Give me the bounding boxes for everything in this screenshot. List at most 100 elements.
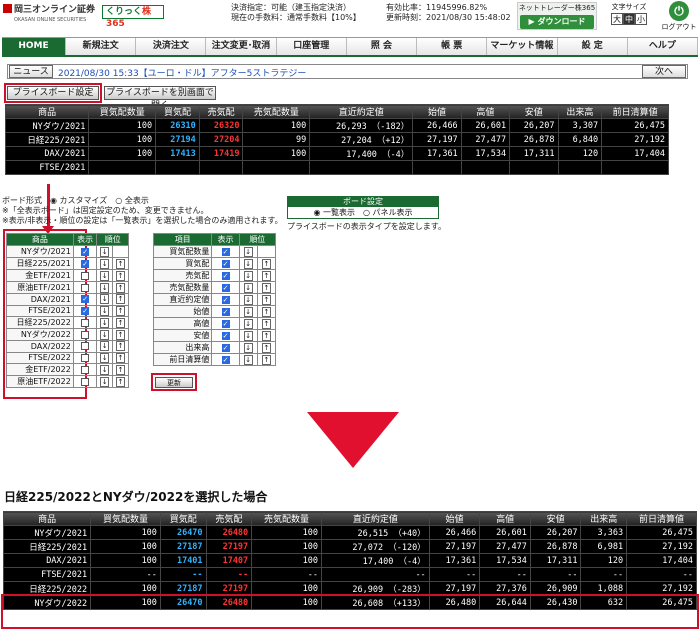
move-down-icon[interactable]: ↓ xyxy=(100,376,110,387)
display-checkbox[interactable]: ✓ xyxy=(221,331,230,340)
update-button[interactable]: 更新 xyxy=(155,377,193,388)
radio-all-display[interactable]: ○ xyxy=(115,196,122,205)
nav-settle-order[interactable]: 決済注文 xyxy=(136,38,207,55)
font-size-medium[interactable]: 中 xyxy=(623,13,635,25)
display-checkbox[interactable]: ✓ xyxy=(81,259,90,268)
move-up-icon[interactable]: ↑ xyxy=(116,364,126,375)
move-down-icon[interactable]: ↓ xyxy=(100,317,110,328)
move-down-icon[interactable]: ↓ xyxy=(100,352,110,363)
logout-button[interactable]: ⏻ ログアウト xyxy=(660,1,698,32)
quote-row[interactable]: NYダウ/2021 100 26310 26320 100 26,293 （-182） 26… xyxy=(4,118,669,133)
display-checkbox[interactable] xyxy=(81,318,90,327)
move-down-icon[interactable]: ↓ xyxy=(243,318,253,329)
display-checkbox[interactable] xyxy=(81,283,90,292)
move-down-icon[interactable]: ↓ xyxy=(243,282,253,293)
move-up-icon[interactable]: ↑ xyxy=(261,354,271,365)
bid-price-cell[interactable]: 17401 xyxy=(159,553,207,568)
move-up-icon[interactable]: ↑ xyxy=(116,258,126,269)
download-button[interactable]: ▶ ダウンロード xyxy=(520,15,594,29)
okasan-logo[interactable]: 岡三オンライン証券 OKASAN ONLINE SECURITIES xyxy=(3,4,95,25)
move-up-icon[interactable]: ↑ xyxy=(261,330,271,341)
nav-reports[interactable]: 帳 票 xyxy=(417,38,488,55)
display-checkbox[interactable]: ✓ xyxy=(81,295,90,304)
display-checkbox[interactable] xyxy=(81,377,90,386)
move-down-icon[interactable]: ↓ xyxy=(100,246,110,257)
move-up-icon[interactable]: ↑ xyxy=(261,318,271,329)
move-up-icon[interactable]: ↑ xyxy=(116,294,126,305)
move-down-icon[interactable]: ↓ xyxy=(100,294,110,305)
move-up-icon[interactable]: ↑ xyxy=(116,376,126,387)
display-checkbox[interactable]: ✓ xyxy=(221,307,230,316)
move-down-icon[interactable]: ↓ xyxy=(243,246,253,257)
nav-help[interactable]: ヘルプ xyxy=(627,38,698,55)
display-checkbox[interactable]: ✓ xyxy=(221,295,230,304)
move-down-icon[interactable]: ↓ xyxy=(100,305,110,316)
news-headline-link[interactable]: 2021/08/30 15:33【ユーロ・ドル】アフター5ストラテジー xyxy=(58,66,306,79)
ask-price-cell[interactable]: 27197 xyxy=(205,539,253,554)
display-checkbox[interactable]: ✓ xyxy=(221,319,230,328)
move-down-icon[interactable]: ↓ xyxy=(243,306,253,317)
display-checkbox[interactable]: ✓ xyxy=(221,271,230,280)
bid-price-cell[interactable]: 27194 xyxy=(155,132,200,147)
display-checkbox[interactable]: ✓ xyxy=(81,247,90,256)
bid-price-cell[interactable]: -- xyxy=(159,567,207,582)
move-up-icon[interactable]: ↑ xyxy=(116,329,126,340)
ask-price-cell[interactable]: 17419 xyxy=(198,146,244,161)
bid-price-cell[interactable]: 17413 xyxy=(155,146,200,161)
move-down-icon[interactable]: ↓ xyxy=(243,342,253,353)
news-label-button[interactable]: ニュース xyxy=(9,65,53,78)
quote-row[interactable]: DAX/2021 100 17413 17419 100 17,400 （-4） 17,36… xyxy=(4,146,669,161)
display-checkbox[interactable]: ✓ xyxy=(221,283,230,292)
move-up-icon[interactable]: ↑ xyxy=(116,270,126,281)
quote-row[interactable]: 日経225/2021 100 27194 27204 99 27,204 （+12） 27,… xyxy=(4,132,669,147)
radio-panel-display[interactable]: ○ xyxy=(363,208,370,217)
bid-price-cell[interactable]: 26310 xyxy=(155,118,200,133)
move-down-icon[interactable]: ↓ xyxy=(243,354,253,365)
move-up-icon[interactable]: ↑ xyxy=(261,294,271,305)
ask-price-cell[interactable] xyxy=(198,160,244,175)
move-down-icon[interactable]: ↓ xyxy=(243,330,253,341)
nav-new-order[interactable]: 新規注文 xyxy=(66,38,137,55)
nav-home[interactable]: HOME xyxy=(2,38,66,55)
move-down-icon[interactable]: ↓ xyxy=(100,282,110,293)
move-down-icon[interactable]: ↓ xyxy=(100,341,110,352)
move-down-icon[interactable]: ↓ xyxy=(243,270,253,281)
display-checkbox[interactable]: ✓ xyxy=(221,259,230,268)
move-down-icon[interactable]: ↓ xyxy=(100,258,110,269)
ask-price-cell[interactable]: 17407 xyxy=(205,553,253,568)
move-down-icon[interactable]: ↓ xyxy=(243,258,253,269)
move-up-icon[interactable]: ↑ xyxy=(261,282,271,293)
nav-order-change[interactable]: 注文変更･取消 xyxy=(206,38,277,55)
move-up-icon[interactable]: ↑ xyxy=(116,352,126,363)
display-checkbox[interactable] xyxy=(81,271,90,280)
display-checkbox[interactable]: ✓ xyxy=(221,343,230,352)
bid-price-cell[interactable] xyxy=(155,160,200,175)
quote-row[interactable]: 日経225/2021 100 27187 27197 100 27,072 （-120） 2… xyxy=(2,539,697,554)
nav-settings[interactable]: 設 定 xyxy=(557,38,628,55)
bid-price-cell[interactable]: 26470 xyxy=(159,525,207,540)
radio-list-display[interactable]: ◉ xyxy=(313,208,320,217)
nav-market-info[interactable]: マーケット情報 xyxy=(487,38,558,55)
quote-row[interactable]: NYダウ/2021 100 26470 26480 100 26,515 （+40） 26,… xyxy=(2,525,697,540)
move-down-icon[interactable]: ↓ xyxy=(100,364,110,375)
display-checkbox[interactable]: ✓ xyxy=(221,355,230,364)
display-checkbox[interactable] xyxy=(81,330,90,339)
quote-row[interactable]: FTSE/2021 xyxy=(4,160,669,175)
quote-row[interactable]: DAX/2021 100 17401 17407 100 17,400 （-4） 17,36… xyxy=(2,553,697,568)
price-board-open-window-button[interactable]: プライスボードを別画面で開く xyxy=(104,86,216,111)
move-down-icon[interactable]: ↓ xyxy=(100,270,110,281)
font-size-small[interactable]: 小 xyxy=(635,13,647,25)
display-checkbox[interactable] xyxy=(81,365,90,374)
nav-inquiry[interactable]: 照 会 xyxy=(346,38,418,55)
move-down-icon[interactable]: ↓ xyxy=(100,329,110,340)
font-size-large[interactable]: 大 xyxy=(611,13,623,25)
nav-account[interactable]: 口座管理 xyxy=(276,38,347,55)
quote-row[interactable]: FTSE/2021 -- -- -- -- -- -- -- -- -- -- xyxy=(2,567,697,582)
ask-price-cell[interactable]: 26320 xyxy=(198,118,244,133)
move-up-icon[interactable]: ↑ xyxy=(116,317,126,328)
move-up-icon[interactable]: ↑ xyxy=(261,258,271,269)
display-checkbox[interactable]: ✓ xyxy=(81,306,90,315)
ask-price-cell[interactable]: -- xyxy=(205,567,253,582)
display-checkbox[interactable] xyxy=(81,353,90,362)
move-up-icon[interactable]: ↑ xyxy=(261,306,271,317)
